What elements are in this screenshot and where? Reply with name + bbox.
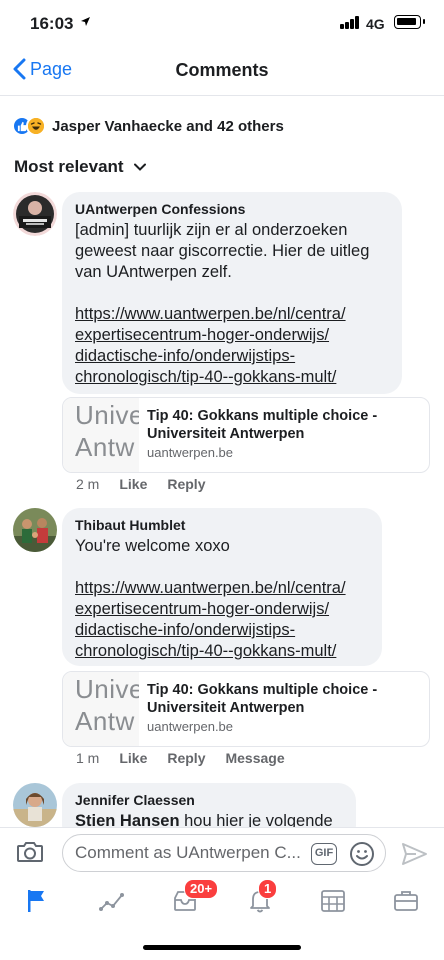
reactions-text: Jasper Vanhaecke and 42 others	[52, 117, 284, 135]
comment-author[interactable]: Thibaut Humblet	[75, 517, 369, 533]
home-indicator	[143, 945, 301, 950]
preview-domain: uantwerpen.be	[147, 719, 234, 734]
tab-page[interactable]	[13, 885, 61, 917]
comment-time: 1 m	[76, 750, 100, 766]
avatar[interactable]	[13, 192, 57, 236]
tab-calendar[interactable]	[309, 885, 357, 917]
comment-link[interactable]: https://www.uantwerpen.be/nl/centra/	[75, 578, 369, 599]
reactions-summary[interactable]: Jasper Vanhaecke and 42 others	[12, 116, 284, 136]
reply-button[interactable]: Reply	[167, 476, 205, 492]
comment-link[interactable]: didactische-info/onderwijstips-	[75, 346, 389, 367]
message-button[interactable]: Message	[225, 750, 284, 766]
preview-title: Tip 40: Gokkans multiple choice - Univer…	[147, 682, 378, 716]
emoji-icon[interactable]	[349, 841, 375, 872]
comment-composer: GIF	[0, 827, 444, 877]
preview-thumbnail: Unive Antw	[63, 398, 139, 472]
network-label: 4G	[366, 16, 385, 32]
comment-link[interactable]: didactische-info/onderwijstips-	[75, 620, 369, 641]
comment-link[interactable]: expertisecentrum-hoger-onderwijs/	[75, 599, 369, 620]
comment-link[interactable]: chronologisch/tip-40--gokkans-mult/	[75, 367, 389, 388]
preview-thumbnail: Unive Antw	[63, 672, 139, 746]
comment-author[interactable]: UAntwerpen Confessions	[75, 201, 389, 217]
like-button[interactable]: Like	[119, 750, 147, 766]
comment-link[interactable]: chronologisch/tip-40--gokkans-mult/	[75, 641, 369, 662]
tab-tools[interactable]	[382, 885, 430, 917]
comment-text: You're welcome xoxo	[75, 537, 230, 555]
thumbnail-text: Unive	[75, 674, 139, 704]
battery-icon	[394, 15, 425, 29]
thumbnail-text: Antw	[75, 432, 135, 462]
insights-icon	[99, 893, 124, 911]
notifications-badge: 1	[258, 879, 278, 899]
gif-button[interactable]: GIF	[311, 843, 337, 865]
comment-time: 2 m	[76, 476, 100, 492]
briefcase-icon	[394, 891, 418, 911]
thumbnail-text: Antw	[75, 706, 135, 736]
preview-domain: uantwerpen.be	[147, 445, 234, 460]
location-arrow-icon	[80, 15, 91, 30]
send-icon[interactable]	[400, 841, 428, 872]
like-button[interactable]: Like	[119, 476, 147, 492]
calendar-icon	[321, 890, 345, 912]
thumbnail-text: Unive	[75, 400, 139, 430]
comment-link[interactable]: expertisecentrum-hoger-onderwijs/	[75, 325, 389, 346]
avatar[interactable]	[13, 783, 57, 827]
inbox-badge: 20+	[184, 879, 219, 899]
comment-field: GIF	[62, 834, 386, 872]
comment-actions: 2 m Like Reply	[76, 476, 225, 492]
status-time: 16:03	[30, 14, 74, 33]
comment-text: [admin] tuurlijk zijn er al onderzoeken …	[75, 221, 374, 281]
avatar[interactable]	[13, 508, 57, 552]
comment-bubble[interactable]: UAntwerpen Confessions [admin] tuurlijk …	[62, 192, 402, 394]
sort-label: Most relevant	[14, 157, 124, 176]
status-bar: 16:03 4G	[0, 0, 444, 46]
preview-title: Tip 40: Gokkans multiple choice - Univer…	[147, 408, 378, 442]
page-title: Comments	[175, 60, 269, 80]
nav-bar: Page Comments	[0, 46, 444, 96]
haha-reaction-icon	[26, 116, 46, 136]
comment-actions: 1 m Like Reply Message	[76, 750, 305, 766]
chevron-down-icon	[133, 163, 146, 171]
comment-link[interactable]: https://www.uantwerpen.be/nl/centra/	[75, 304, 389, 325]
link-preview-card[interactable]: Unive Antw Tip 40: Gokkans multiple choi…	[62, 397, 430, 473]
sort-dropdown[interactable]: Most relevant	[14, 157, 146, 177]
comment-author[interactable]: Jennifer Claessen	[75, 792, 343, 808]
reply-button[interactable]: Reply	[167, 750, 205, 766]
tab-insights[interactable]	[88, 885, 136, 917]
comment-bubble[interactable]: Thibaut Humblet You're welcome xoxo http…	[62, 508, 382, 666]
comment-input[interactable]	[75, 843, 303, 863]
link-preview-card[interactable]: Unive Antw Tip 40: Gokkans multiple choi…	[62, 671, 430, 747]
flag-icon	[28, 890, 44, 912]
camera-icon[interactable]	[16, 840, 44, 869]
